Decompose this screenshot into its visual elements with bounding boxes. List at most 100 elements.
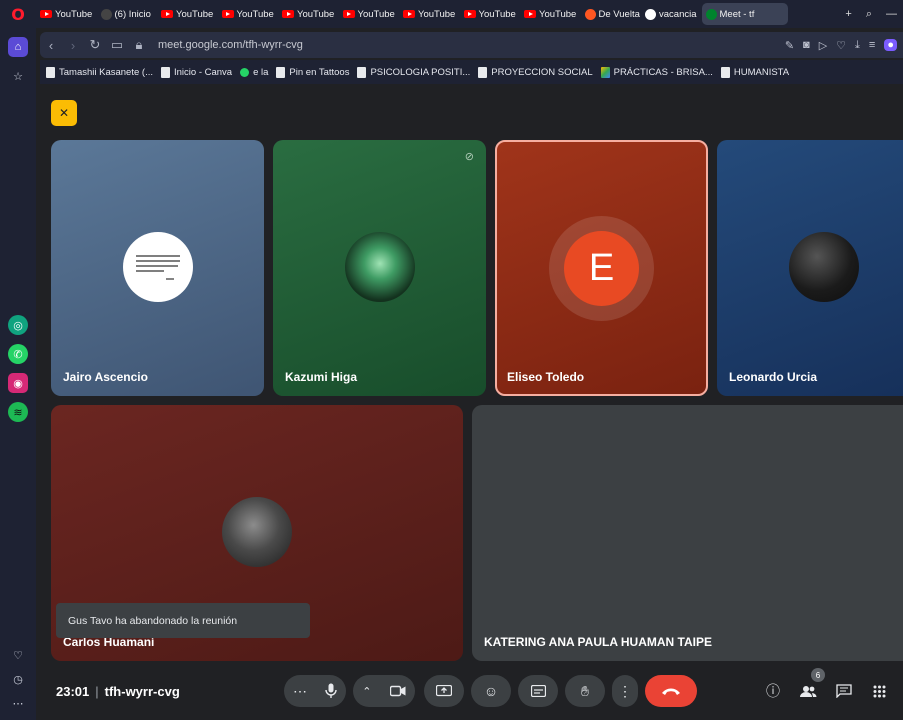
- tab-label: De Vuelta: [598, 8, 640, 20]
- camera-permission-icon[interactable]: ▭: [106, 37, 128, 53]
- camera-off-icon[interactable]: ✕: [51, 100, 77, 126]
- captions-button[interactable]: [518, 675, 558, 707]
- emoji-button[interactable]: ☺: [471, 675, 511, 707]
- chat-icon[interactable]: [834, 682, 854, 700]
- participant-tile-eliseo[interactable]: E Eliseo Toledo: [495, 140, 708, 396]
- spotify-icon[interactable]: ≋: [8, 402, 28, 422]
- camera-icon[interactable]: [389, 685, 406, 697]
- minimize-icon[interactable]: —: [886, 8, 897, 20]
- more-options-button[interactable]: ⋮: [612, 675, 638, 707]
- tab-strip: O YouTube (6) Inicio YouTube YouTube YouTube…: [0, 0, 903, 28]
- snapshot-icon[interactable]: ◙: [803, 39, 810, 51]
- browser-tab[interactable]: YouTube: [339, 3, 400, 25]
- new-tab-icon[interactable]: +: [845, 8, 851, 20]
- browser-tab[interactable]: YouTube: [218, 3, 279, 25]
- people-icon[interactable]: [798, 682, 818, 700]
- tab-label: YouTube: [418, 8, 456, 20]
- meeting-info: 23:01 | tfh-wyrr-cvg: [56, 684, 180, 699]
- avatar: [222, 497, 292, 567]
- bookmark-item[interactable]: PRÁCTICAS - BRISA...: [600, 66, 713, 78]
- bookmark-label: Pin en Tattoos: [289, 66, 350, 78]
- participant-tile-katering[interactable]: KATERING ANA PAULA HUAMAN TAIPE: [472, 405, 903, 661]
- edit-icon[interactable]: ✎: [785, 39, 794, 52]
- browser-tab[interactable]: YouTube: [278, 3, 339, 25]
- chevron-up-icon[interactable]: ⌃: [362, 685, 371, 698]
- present-screen-button[interactable]: [424, 675, 464, 707]
- browser-tab[interactable]: (6) Inicio: [97, 3, 158, 25]
- instagram-icon[interactable]: ◉: [8, 373, 28, 393]
- clock-time: 23:01: [56, 684, 90, 699]
- bookmark-label: PSICOLOGIA POSITI...: [370, 66, 471, 78]
- home-icon[interactable]: ⌂: [8, 37, 28, 57]
- tab-label: vacancia: [659, 8, 697, 20]
- bookmark-item[interactable]: Inicio - Canva: [161, 66, 233, 78]
- participant-name: Jairo Ascencio: [63, 370, 148, 384]
- tab-label: YouTube: [539, 8, 577, 20]
- youtube-icon: [282, 10, 294, 18]
- camera-control-group: ⌃: [353, 675, 415, 707]
- heart-icon[interactable]: ♡: [8, 645, 28, 665]
- threads-icon: [100, 8, 112, 20]
- download-icon[interactable]: ⤓: [855, 39, 860, 52]
- bookmark-label: Tamashii Kasanete (...: [59, 66, 153, 78]
- back-icon[interactable]: ‹: [40, 38, 62, 53]
- address-bar: ‹ › ↻ ▭ 🔒︎ meet.google.com/tfh-wyrr-cvg …: [40, 32, 903, 58]
- bookmark-label: e la: [253, 66, 269, 78]
- more-audio-options-icon[interactable]: ⋯: [293, 683, 307, 700]
- profile-icon[interactable]: ●: [884, 39, 897, 51]
- menu-icon[interactable]: ≡: [869, 39, 875, 51]
- tab-label: YouTube: [357, 8, 395, 20]
- history-icon[interactable]: ◷: [8, 669, 28, 689]
- microphone-icon[interactable]: [325, 683, 337, 699]
- activities-grid-icon[interactable]: [869, 682, 889, 700]
- youtube-icon: [403, 10, 415, 18]
- bookmark-item[interactable]: e la: [240, 67, 268, 78]
- chatgpt-icon[interactable]: ◎: [8, 315, 28, 335]
- bookmark-page-icon: [478, 66, 488, 78]
- raise-hand-button[interactable]: ✋︎: [565, 675, 605, 707]
- bookmark-item[interactable]: Pin en Tattoos: [276, 66, 350, 78]
- hand-icon: ✋︎: [581, 682, 589, 699]
- browser-tab[interactable]: YouTube: [460, 3, 521, 25]
- bookmark-item[interactable]: HUMANISTA: [720, 66, 789, 78]
- browser-tab[interactable]: Meet - tf: [701, 3, 788, 25]
- url-input[interactable]: meet.google.com/tfh-wyrr-cvg: [158, 39, 303, 51]
- leave-call-button[interactable]: [645, 675, 697, 707]
- bookmark-page-icon: [357, 66, 367, 78]
- bookmark-item[interactable]: Tamashii Kasanete (...: [46, 66, 153, 78]
- bookmark-heart-icon[interactable]: ♡: [836, 39, 846, 52]
- tab-label: (6) Inicio: [114, 8, 151, 20]
- reload-icon[interactable]: ↻: [84, 37, 106, 53]
- bookmark-page-icon: [276, 66, 286, 78]
- bookmark-page-icon: [46, 66, 55, 78]
- browser-tab[interactable]: YouTube: [399, 3, 460, 25]
- opera-logo-icon[interactable]: O: [0, 0, 36, 28]
- bookmark-item[interactable]: PROYECCION SOCIAL: [478, 66, 593, 78]
- browser-tab[interactable]: YouTube: [36, 3, 97, 25]
- participant-name: Leonardo Urcia: [729, 370, 818, 384]
- meet-icon: [705, 8, 717, 20]
- send-icon[interactable]: ▷: [819, 39, 827, 52]
- bookmark-item[interactable]: PSICOLOGIA POSITI...: [357, 66, 471, 78]
- bookmark-label: PRÁCTICAS - BRISA...: [613, 66, 713, 78]
- whatsapp-icon[interactable]: ✆: [8, 344, 28, 364]
- star-icon[interactable]: ☆: [8, 66, 28, 86]
- forward-icon[interactable]: ›: [62, 38, 84, 53]
- more-icon[interactable]: ⋯: [8, 693, 28, 713]
- participant-tile-jairo[interactable]: Jairo Ascencio: [51, 140, 264, 396]
- participant-tile-kazumi[interactable]: ⊘ Kazumi Higa: [273, 140, 486, 396]
- youtube-icon: [40, 10, 52, 18]
- bookmark-label: PROYECCION SOCIAL: [491, 66, 593, 78]
- browser-tab[interactable]: De Vuelta: [581, 3, 642, 25]
- browser-tab[interactable]: YouTube: [157, 3, 218, 25]
- meeting-details-icon[interactable]: ⓘ: [763, 682, 783, 700]
- browser-tab[interactable]: vacancia: [641, 3, 702, 25]
- tab-label: YouTube: [236, 8, 274, 20]
- youtube-icon: [221, 10, 234, 18]
- bookmark-label: Inicio - Canva: [174, 66, 233, 78]
- browser-tab[interactable]: YouTube: [520, 3, 581, 25]
- search-tabs-icon[interactable]: ⌕: [866, 8, 872, 21]
- youtube-icon: [161, 10, 173, 18]
- participant-tile-leonardo[interactable]: Leonardo Urcia: [717, 140, 903, 396]
- meet-stage: ✕ Jairo Ascencio ⊘ Kazumi Higa E Eliseo …: [36, 84, 903, 720]
